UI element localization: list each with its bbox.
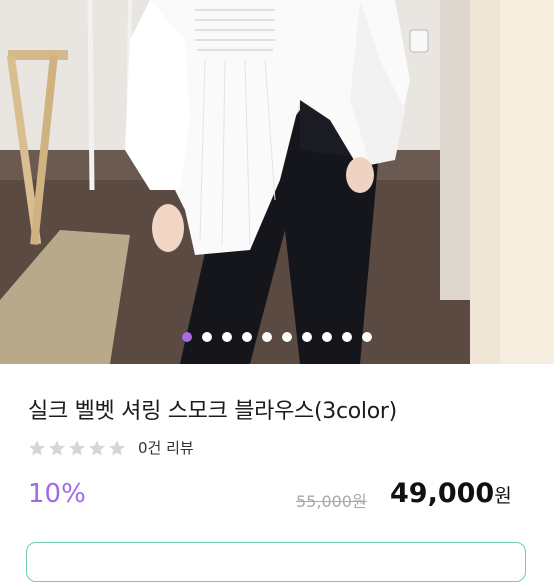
star-icon [89, 440, 105, 455]
sale-price: 49,000원 [390, 478, 512, 509]
carousel-dot[interactable] [222, 332, 232, 342]
carousel-dot[interactable] [282, 332, 292, 342]
star-icon [29, 440, 45, 455]
star-icon [69, 440, 85, 455]
carousel-dot[interactable] [202, 332, 212, 342]
star-icon [49, 440, 65, 455]
bottom-action-button[interactable] [26, 542, 526, 582]
product-photo[interactable] [0, 0, 554, 364]
carousel-dot[interactable] [242, 332, 252, 342]
star-icon [109, 440, 125, 455]
carousel-dot[interactable] [342, 332, 352, 342]
sale-price-value: 49,000 [390, 478, 495, 509]
carousel-dot[interactable] [362, 332, 372, 342]
rating-row[interactable]: 0건 리뷰 [28, 437, 194, 458]
discount-rate: 10% [28, 479, 86, 509]
review-count[interactable]: 0건 리뷰 [138, 437, 194, 458]
carousel-dot[interactable] [322, 332, 332, 342]
carousel-dot[interactable] [302, 332, 312, 342]
carousel-indicators [0, 331, 554, 343]
carousel-dot[interactable] [182, 332, 192, 342]
product-title: 실크 벨벳 셔링 스모크 블라우스(3color) [28, 399, 397, 424]
product-photo-illustration [0, 0, 554, 364]
sale-price-currency: 원 [494, 485, 512, 507]
carousel-dot[interactable] [262, 332, 272, 342]
original-price: 55,000원 [296, 492, 367, 511]
